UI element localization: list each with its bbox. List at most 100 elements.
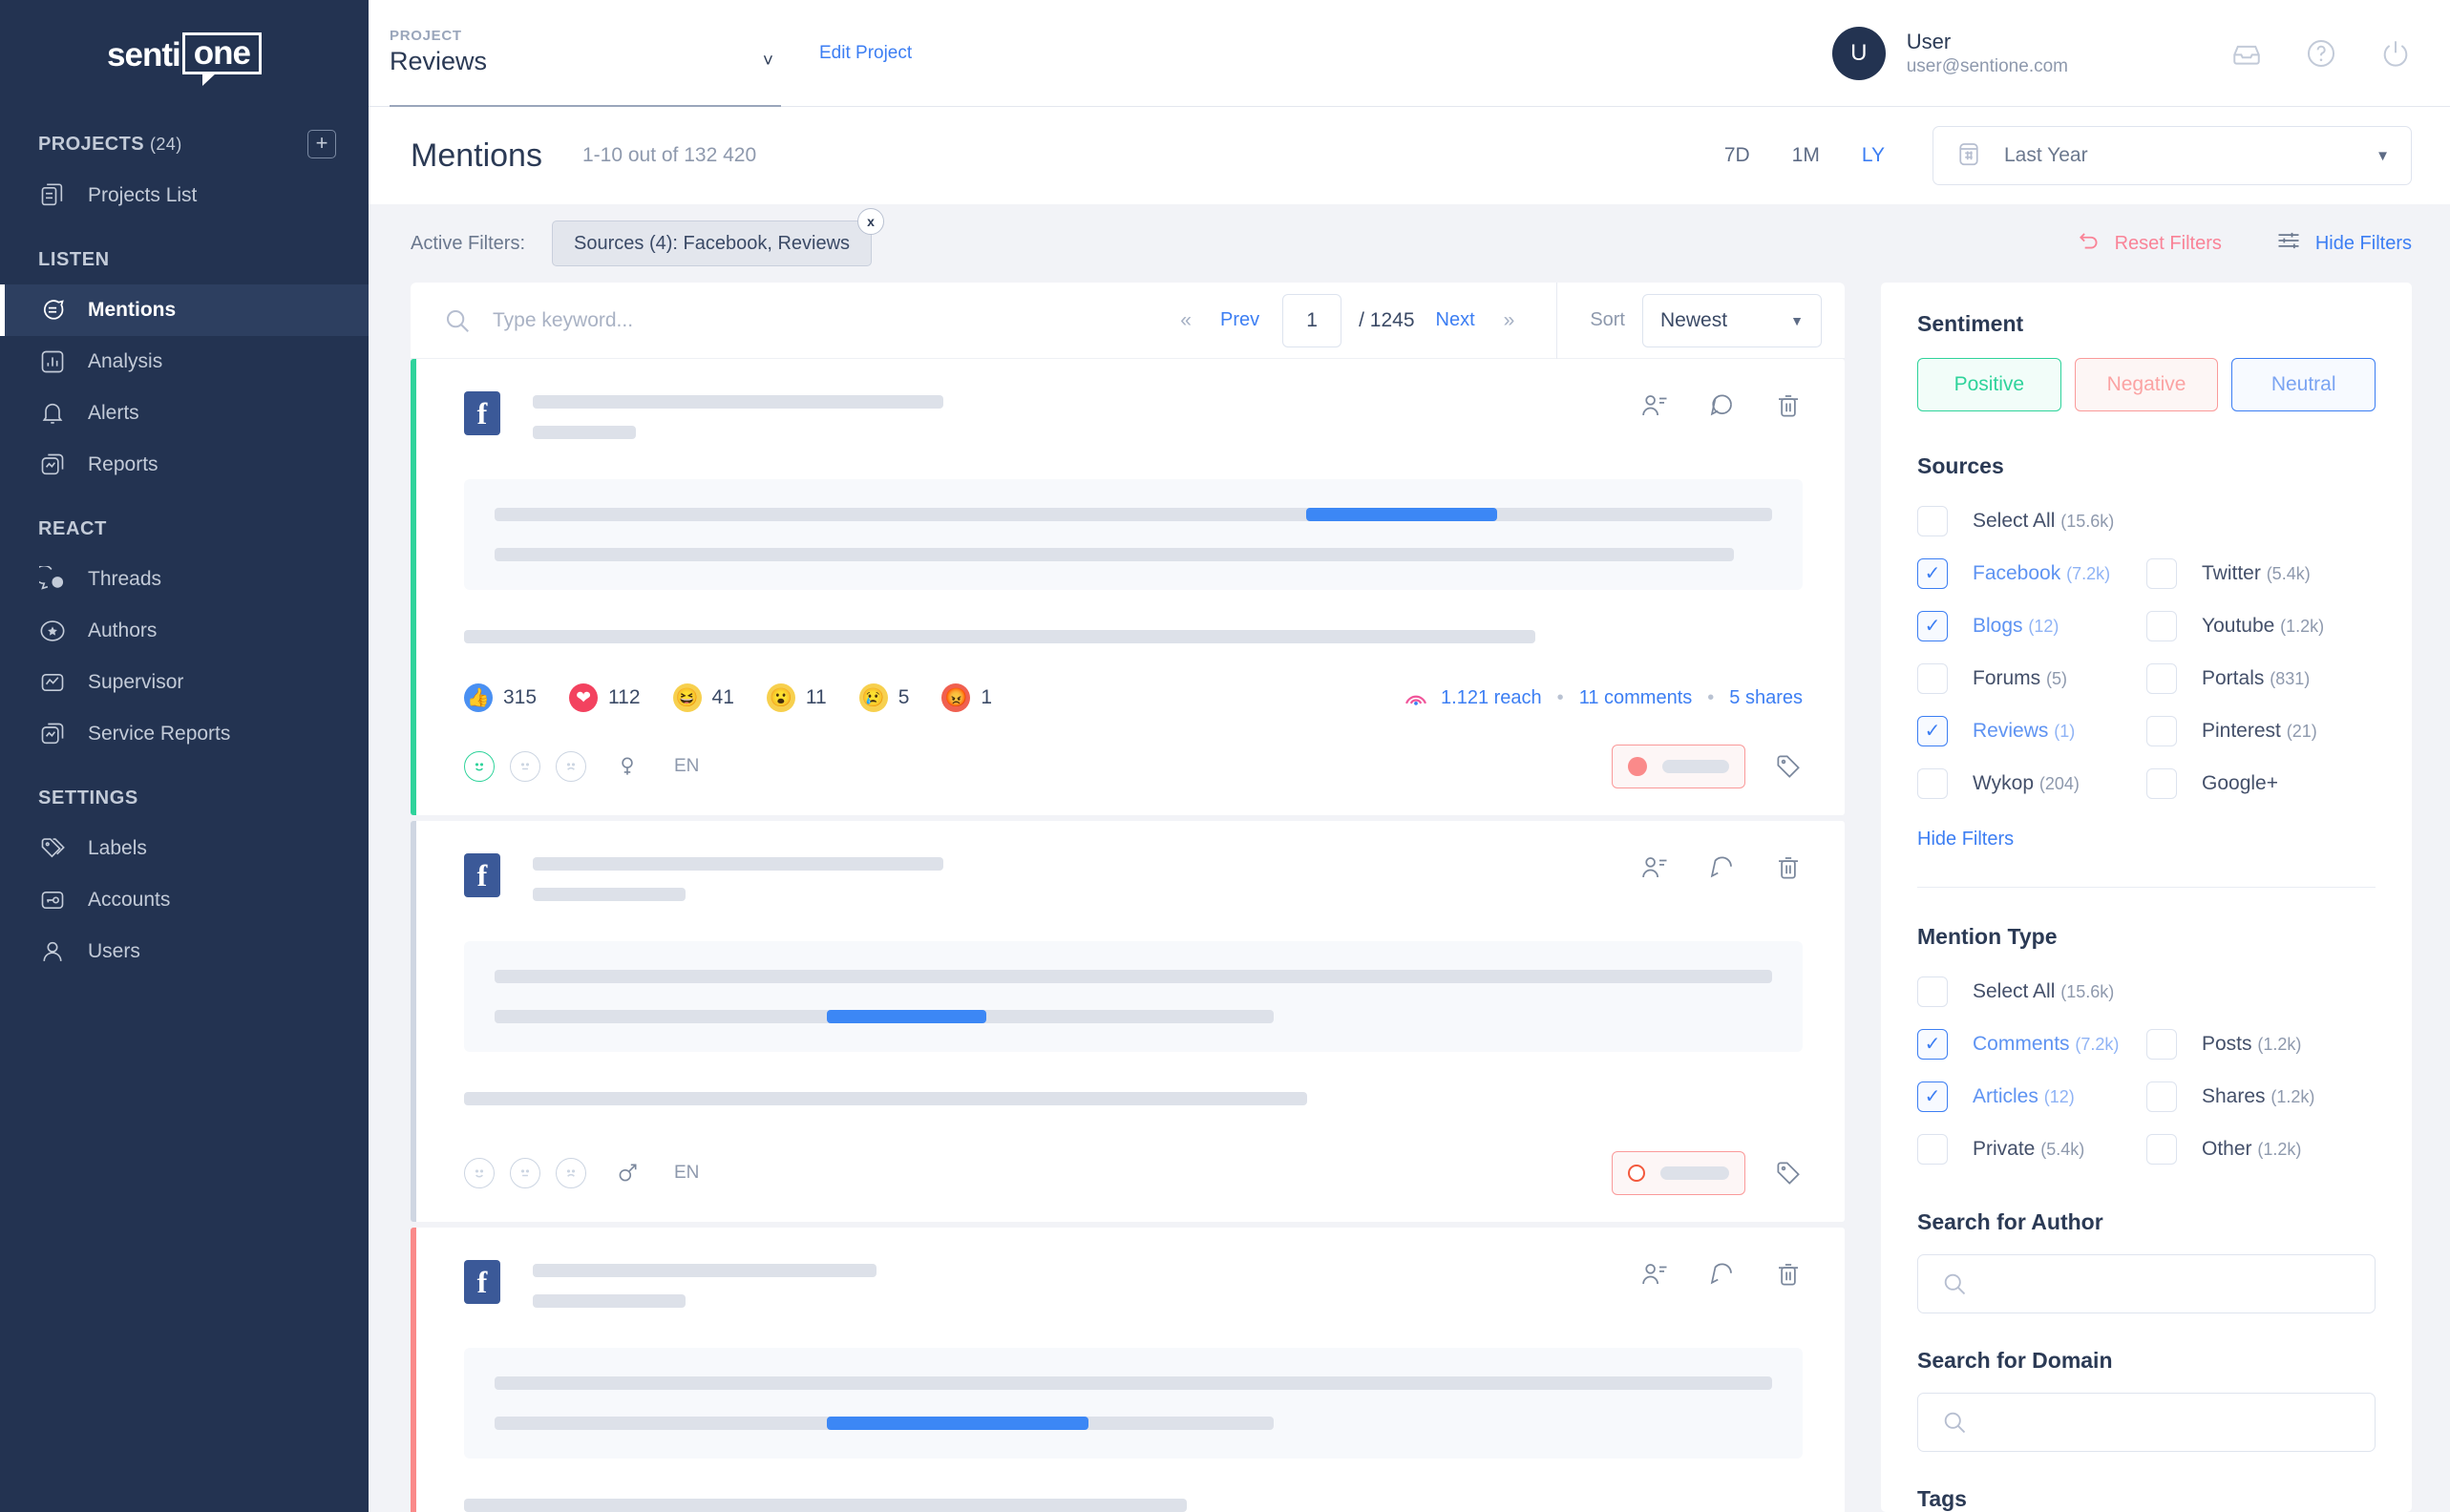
source-twitter[interactable]: Twitter (5.4k) [2146,547,2376,599]
delete-icon[interactable] [1774,391,1803,420]
sidebar-item-alerts[interactable]: Alerts [0,388,369,439]
checkbox[interactable] [1917,1028,1948,1060]
add-project-button[interactable]: + [307,130,336,158]
source-pinterest[interactable]: Pinterest (21) [2146,704,2376,757]
tag-icon[interactable] [1774,1159,1803,1187]
checkbox[interactable] [1917,1081,1948,1112]
comments-value[interactable]: 11 comments [1579,687,1693,709]
author-search-input[interactable] [1985,1272,2352,1295]
checkbox[interactable] [2146,557,2177,589]
period-7d[interactable]: 7D [1703,144,1771,167]
sidebar-item-threads[interactable]: Threads [0,554,369,605]
delete-icon[interactable] [1774,853,1803,882]
shares-value[interactable]: 5 shares [1729,687,1803,709]
hide-filters-button[interactable]: Hide Filters [2275,227,2412,260]
delete-icon[interactable] [1774,1260,1803,1289]
type-other[interactable]: Other (1.2k) [2146,1123,2376,1175]
next-page-button[interactable]: Next [1423,309,1489,331]
tag-icon[interactable] [1774,752,1803,781]
search-input[interactable] [493,308,1027,332]
source-googleplus[interactable]: Google+ [2146,757,2376,809]
checkbox[interactable] [2146,1081,2177,1112]
checkbox[interactable] [2146,1133,2177,1165]
app-logo[interactable]: senti one [0,0,369,107]
project-selector[interactable]: PROJECT Reviews ˅ [390,0,781,107]
sidebar-item-authors[interactable]: Authors [0,605,369,657]
last-page-button[interactable]: » [1489,309,1531,332]
help-icon[interactable] [2305,37,2337,70]
checkbox[interactable] [2146,1028,2177,1060]
sidebar-item-reports[interactable]: Reports [0,439,369,491]
period-ly[interactable]: LY [1841,144,1906,167]
power-icon[interactable] [2379,37,2412,70]
comment-icon[interactable] [1707,391,1736,420]
sidebar-item-labels[interactable]: Labels [0,823,369,874]
source-reviews[interactable]: Reviews (1) [1917,704,2146,757]
sentiment-positive-icon[interactable] [464,751,495,782]
domain-search-field[interactable] [1917,1393,2376,1452]
type-posts[interactable]: Posts (1.2k) [2146,1018,2376,1070]
type-articles[interactable]: Articles (12) [1917,1070,2146,1123]
type-shares[interactable]: Shares (1.2k) [2146,1070,2376,1123]
close-icon[interactable]: x [857,208,885,235]
sort-select[interactable]: Newest ▼ [1642,293,1822,347]
domain-search-input[interactable] [1985,1411,2352,1434]
mention-card[interactable]: f [411,1228,1845,1512]
checkbox[interactable] [1917,610,1948,641]
checkbox[interactable] [2146,715,2177,746]
edit-project-link[interactable]: Edit Project [819,43,912,64]
reach-value[interactable]: 1.121 reach [1441,687,1542,709]
source-wykop[interactable]: Wykop (204) [1917,757,2146,809]
sentiment-neutral-icon[interactable] [510,751,540,782]
source-portals[interactable]: Portals (831) [2146,652,2376,704]
sidebar-item-service-reports[interactable]: Service Reports [0,708,369,760]
sentiment-neutral-button[interactable]: Neutral [2231,358,2376,411]
mention-card[interactable]: f [411,821,1845,1222]
comment-icon[interactable] [1707,1260,1736,1289]
mention-card[interactable]: f [411,359,1845,815]
sentiment-negative-button[interactable]: Negative [2074,358,2219,411]
avatar[interactable]: U [1831,26,1886,80]
sidebar-item-projects-list[interactable]: Projects List [0,170,369,221]
author-details-icon[interactable] [1640,391,1669,420]
sentiment-negative-icon[interactable] [556,751,586,782]
checkbox[interactable] [2146,610,2177,641]
sentiment-neutral-icon[interactable] [510,1158,540,1188]
checkbox[interactable] [2146,662,2177,694]
type-comments[interactable]: Comments (7.2k) [1917,1018,2146,1070]
checkbox[interactable] [1917,505,1948,536]
sentiment-negative-icon[interactable] [556,1158,586,1188]
checkbox[interactable] [1917,976,1948,1007]
sidebar-item-accounts[interactable]: Accounts [0,874,369,926]
prev-page-button[interactable]: Prev [1207,309,1273,331]
checkbox[interactable] [1917,557,1948,589]
checkbox[interactable] [1917,767,1948,799]
sentiment-positive-icon[interactable] [464,1158,495,1188]
checkbox[interactable] [1917,662,1948,694]
active-filter-chip[interactable]: Sources (4): Facebook, Reviews x [552,208,885,266]
date-range-selector[interactable]: Last Year ▼ [1933,126,2412,185]
first-page-button[interactable]: « [1165,309,1207,332]
author-details-icon[interactable] [1640,853,1669,882]
sentiment-positive-button[interactable]: Positive [1917,358,2061,411]
author-search-field[interactable] [1917,1254,2376,1313]
sidebar-item-users[interactable]: Users [0,926,369,977]
checkbox[interactable] [1917,1133,1948,1165]
type-select-all[interactable]: Select All (15.6k) [1917,965,2376,1018]
source-forums[interactable]: Forums (5) [1917,652,2146,704]
sources-hide-filters-link[interactable]: Hide Filters [1917,829,2014,850]
checkbox[interactable] [2146,767,2177,799]
source-facebook[interactable]: Facebook (7.2k) [1917,547,2146,599]
checkbox[interactable] [1917,715,1948,746]
inbox-icon[interactable] [2230,37,2263,70]
period-1m[interactable]: 1M [1771,144,1841,167]
reset-filters-button[interactable]: Reset Filters [2077,228,2222,259]
type-private[interactable]: Private (5.4k) [1917,1123,2146,1175]
page-number-input[interactable]: 1 [1282,293,1342,347]
sentiment-badge[interactable] [1612,745,1745,788]
sidebar-item-analysis[interactable]: Analysis [0,336,369,388]
sidebar-item-mentions[interactable]: Mentions [0,284,369,336]
author-details-icon[interactable] [1640,1260,1669,1289]
comment-icon[interactable] [1707,853,1736,882]
source-youtube[interactable]: Youtube (1.2k) [2146,599,2376,652]
